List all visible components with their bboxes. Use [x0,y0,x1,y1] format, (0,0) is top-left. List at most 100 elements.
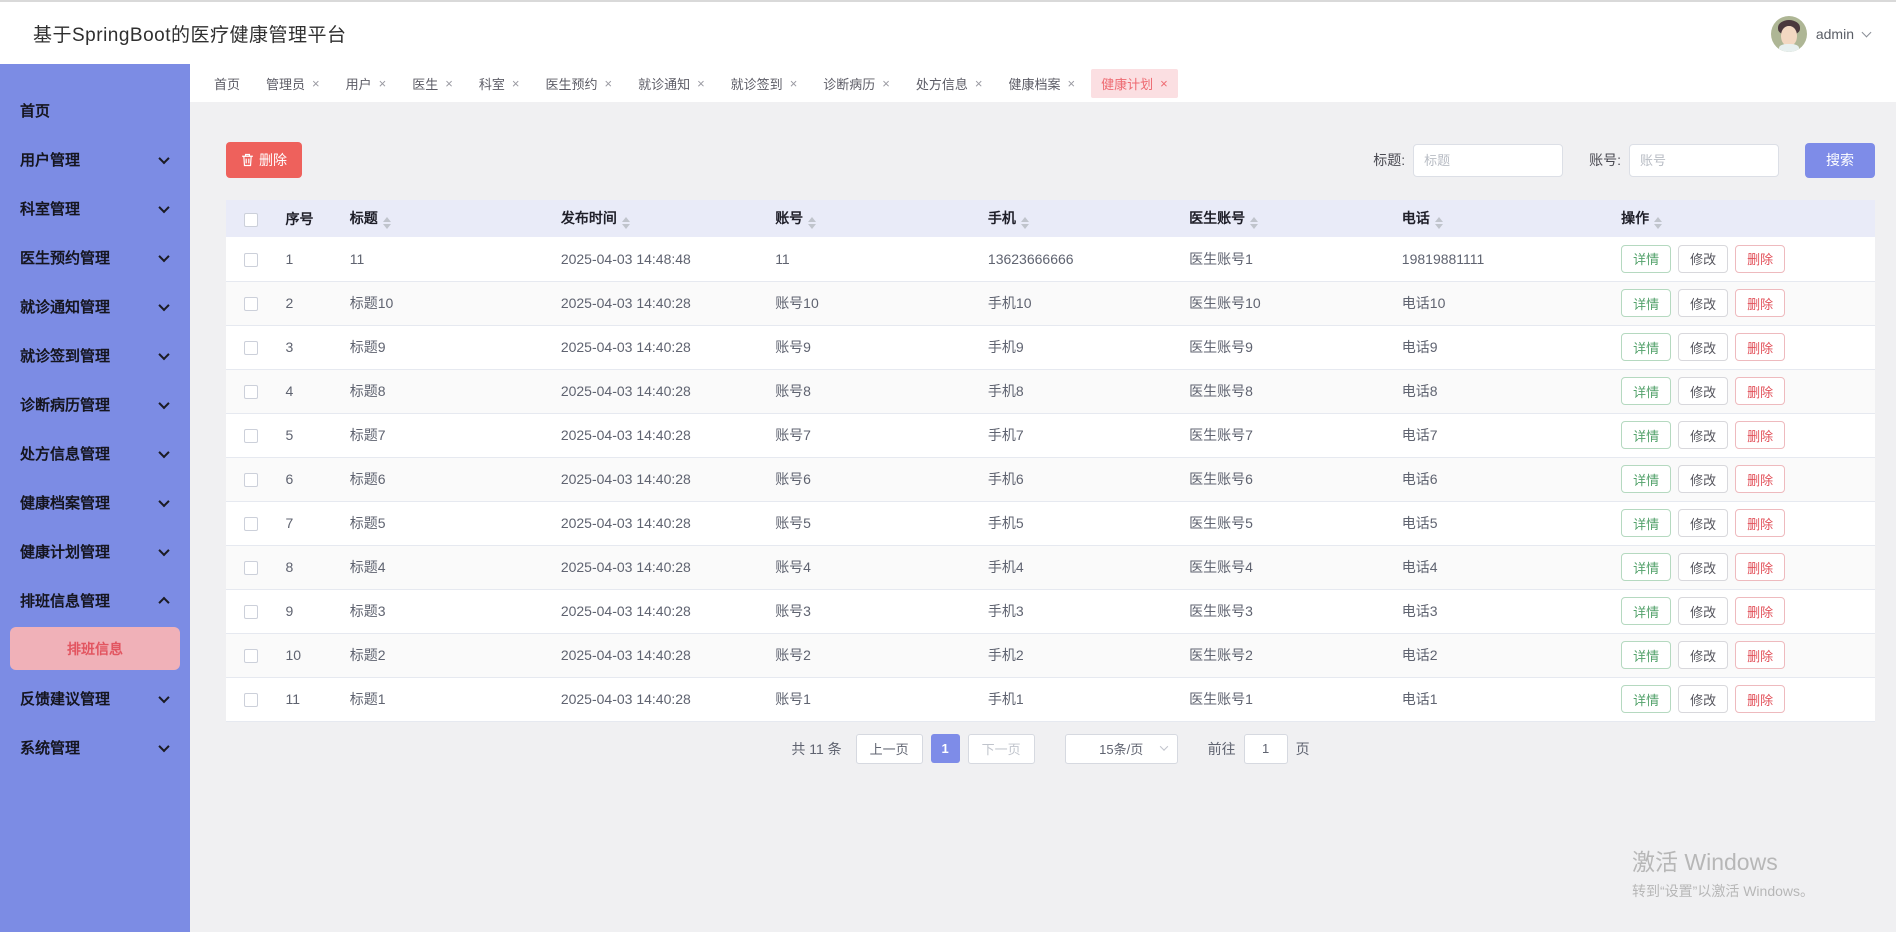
tab[interactable]: 诊断病历× [813,69,900,98]
sidebar-item[interactable]: 系统管理 [0,723,190,772]
detail-button[interactable]: 详情 [1621,333,1671,361]
edit-button[interactable]: 修改 [1678,377,1728,405]
sidebar-item[interactable]: 就诊签到管理 [0,331,190,380]
detail-button[interactable]: 详情 [1621,641,1671,669]
sort-icon[interactable] [1654,217,1662,229]
title-filter-input[interactable] [1413,144,1563,177]
row-checkbox[interactable] [244,297,258,311]
detail-button[interactable]: 详情 [1621,289,1671,317]
tab[interactable]: 管理员× [256,69,330,98]
column-header[interactable]: 操作 [1611,200,1875,237]
sort-icon[interactable] [1021,217,1029,229]
select-all-checkbox[interactable] [244,213,258,227]
row-checkbox[interactable] [244,517,258,531]
row-delete-button[interactable]: 删除 [1735,421,1785,449]
row-delete-button[interactable]: 删除 [1735,377,1785,405]
close-icon[interactable]: × [604,77,612,90]
close-icon[interactable]: × [512,77,520,90]
sidebar-item[interactable]: 医生预约管理 [0,233,190,282]
row-delete-button[interactable]: 删除 [1735,245,1785,273]
row-delete-button[interactable]: 删除 [1735,509,1785,537]
goto-page-input[interactable] [1244,734,1288,764]
tab[interactable]: 科室× [469,69,530,98]
row-checkbox[interactable] [244,473,258,487]
row-checkbox[interactable] [244,561,258,575]
delete-button[interactable]: 删除 [226,142,302,178]
sidebar-item[interactable]: 处方信息管理 [0,429,190,478]
edit-button[interactable]: 修改 [1678,289,1728,317]
row-checkbox[interactable] [244,649,258,663]
detail-button[interactable]: 详情 [1621,509,1671,537]
detail-button[interactable]: 详情 [1621,245,1671,273]
sidebar-item[interactable]: 反馈建议管理 [0,674,190,723]
column-header[interactable]: 账号 [765,200,978,237]
sort-icon[interactable] [1435,217,1443,229]
edit-button[interactable]: 修改 [1678,245,1728,273]
edit-button[interactable]: 修改 [1678,597,1728,625]
current-page[interactable]: 1 [931,734,960,763]
row-checkbox[interactable] [244,341,258,355]
tab[interactable]: 首页 [204,69,250,98]
row-delete-button[interactable]: 删除 [1735,597,1785,625]
close-icon[interactable]: × [790,77,798,90]
page-size-select[interactable]: 15条/页 [1065,734,1178,764]
column-header[interactable]: 电话 [1392,200,1611,237]
detail-button[interactable]: 详情 [1621,597,1671,625]
row-delete-button[interactable]: 删除 [1735,685,1785,713]
sidebar-item[interactable]: 首页 [0,86,190,135]
search-button[interactable]: 搜索 [1805,143,1875,178]
detail-button[interactable]: 详情 [1621,553,1671,581]
detail-button[interactable]: 详情 [1621,465,1671,493]
tab[interactable]: 就诊通知× [628,69,715,98]
column-header[interactable]: 标题 [340,200,551,237]
tab[interactable]: 处方信息× [906,69,993,98]
column-header[interactable]: 手机 [978,200,1179,237]
sort-icon[interactable] [622,217,630,229]
row-delete-button[interactable]: 删除 [1735,641,1785,669]
tab[interactable]: 用户× [336,69,397,98]
row-delete-button[interactable]: 删除 [1735,465,1785,493]
sidebar-item[interactable]: 科室管理 [0,184,190,233]
detail-button[interactable]: 详情 [1621,685,1671,713]
user-menu[interactable]: admin [1771,2,1870,66]
row-delete-button[interactable]: 删除 [1735,333,1785,361]
sidebar-item[interactable]: 用户管理 [0,135,190,184]
edit-button[interactable]: 修改 [1678,421,1728,449]
close-icon[interactable]: × [1160,77,1168,90]
account-filter-input[interactable] [1629,144,1779,177]
sidebar-item[interactable]: 健康档案管理 [0,478,190,527]
sidebar-submenu-item-active[interactable]: 排班信息 [10,627,180,670]
tab[interactable]: 就诊签到× [721,69,808,98]
sort-icon[interactable] [383,217,391,229]
tab[interactable]: 医生预约× [535,69,622,98]
sort-icon[interactable] [808,217,816,229]
edit-button[interactable]: 修改 [1678,333,1728,361]
edit-button[interactable]: 修改 [1678,509,1728,537]
edit-button[interactable]: 修改 [1678,465,1728,493]
sidebar-item[interactable]: 诊断病历管理 [0,380,190,429]
close-icon[interactable]: × [312,77,320,90]
tab-active[interactable]: 健康计划× [1091,69,1178,98]
close-icon[interactable]: × [379,77,387,90]
avatar[interactable] [1771,16,1807,52]
close-icon[interactable]: × [1068,77,1076,90]
tab[interactable]: 医生× [402,69,463,98]
row-checkbox[interactable] [244,429,258,443]
close-icon[interactable]: × [445,77,453,90]
column-header[interactable]: 发布时间 [551,200,765,237]
sidebar-item[interactable]: 就诊通知管理 [0,282,190,331]
row-delete-button[interactable]: 删除 [1735,553,1785,581]
row-checkbox[interactable] [244,253,258,267]
sort-icon[interactable] [1250,217,1258,229]
row-checkbox[interactable] [244,693,258,707]
next-page-button[interactable]: 下一页 [968,734,1035,764]
column-header[interactable]: 医生账号 [1179,200,1392,237]
close-icon[interactable]: × [882,77,890,90]
sidebar-item[interactable]: 健康计划管理 [0,527,190,576]
row-checkbox[interactable] [244,605,258,619]
prev-page-button[interactable]: 上一页 [856,734,923,764]
detail-button[interactable]: 详情 [1621,377,1671,405]
edit-button[interactable]: 修改 [1678,685,1728,713]
edit-button[interactable]: 修改 [1678,641,1728,669]
row-delete-button[interactable]: 删除 [1735,289,1785,317]
